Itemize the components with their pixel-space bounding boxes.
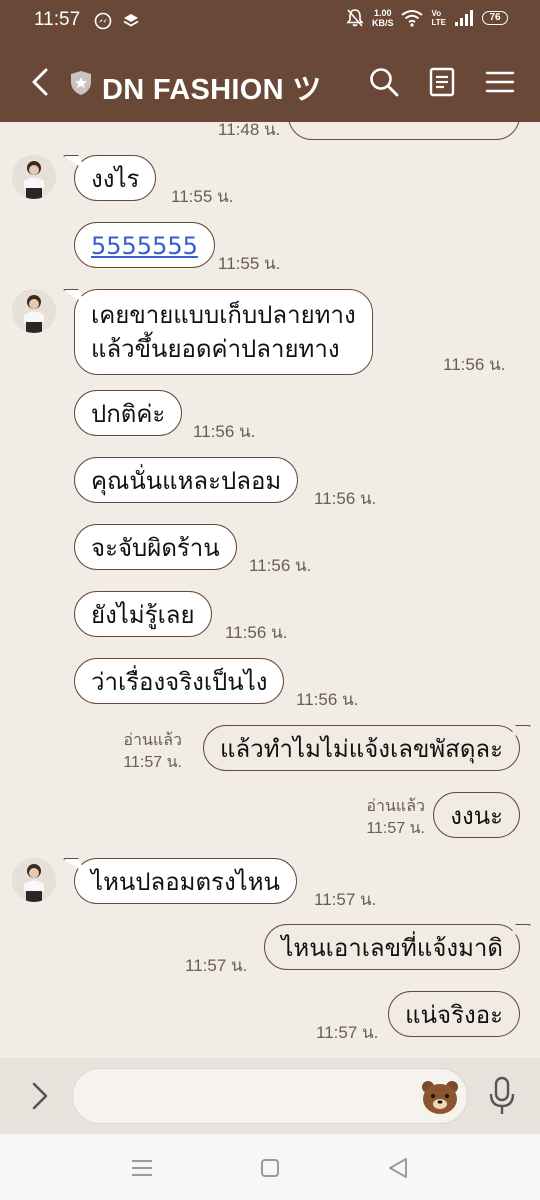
message-bubble-incoming[interactable]: ยังไม่รู้เลย (74, 591, 212, 637)
message-bubble-outgoing[interactable]: ไหนเอาเลขที่แจ้งมาดิ (264, 924, 520, 970)
message-bubble-incoming[interactable]: คุณนั่นแหละปลอม (74, 457, 299, 503)
recent-apps-icon[interactable] (128, 1154, 156, 1182)
bear-sticker-icon[interactable] (420, 1078, 460, 1116)
message-text: ว่าเรื่องจริงเป็นไง (91, 668, 268, 696)
message-text: งงนะ (450, 802, 503, 830)
message-time: 11:56 น. (249, 556, 312, 575)
message-bubble-incoming[interactable]: ว่าเรื่องจริงเป็นไง (74, 658, 285, 704)
message-input[interactable] (72, 1068, 468, 1124)
home-icon[interactable] (256, 1154, 284, 1182)
microphone-icon[interactable] (488, 1076, 516, 1116)
message-text: จะจับผิดร้าน (91, 534, 220, 562)
message-text: ไหนปลอมตรงไหน (91, 868, 280, 896)
mute-bell-icon (346, 9, 364, 27)
message-time: 11:57 น. (314, 890, 377, 909)
message-time: 11:56 น. (443, 355, 506, 374)
notes-icon[interactable] (426, 66, 458, 98)
message-time: 11:57 น. (316, 1023, 379, 1042)
status-bar: 11:57 1.00 KB/S Vo LTE 76 (0, 0, 540, 42)
chevron-right-icon[interactable] (28, 1080, 52, 1112)
status-notification-icons (94, 12, 140, 30)
message-bubble-incoming[interactable]: 5555555 (74, 222, 215, 268)
message-time: 11:56 น. (193, 422, 256, 441)
avatar-image (12, 155, 56, 199)
message-text: งงไร (91, 165, 140, 193)
message-meta: อ่านแล้ว 11:57 น. (366, 796, 425, 840)
message-meta: อ่านแล้ว 11:57 น. (123, 730, 182, 774)
message-time: 11:55 น. (171, 187, 234, 206)
message-link[interactable]: 5555555 (91, 232, 198, 260)
message-time: 11:57 น. (123, 754, 182, 771)
volte-bottom: LTE (431, 18, 446, 27)
message-time: 11:56 น. (225, 623, 288, 642)
message-bubble-outgoing[interactable]: แล้วทำไมไม่แจ้งเลขพัสดุละ (203, 725, 520, 771)
avatar[interactable] (12, 858, 56, 902)
read-receipt: อ่านแล้ว (366, 798, 425, 815)
system-nav-bar (0, 1134, 540, 1200)
search-icon[interactable] (368, 66, 400, 98)
network-speed: 1.00 KB/S (372, 8, 394, 28)
read-receipt: อ่านแล้ว (123, 732, 182, 749)
layers-icon (123, 14, 139, 27)
message-text: แน่จริงอะ (405, 1001, 503, 1029)
message-bubble-incoming[interactable]: งงไร (74, 155, 157, 201)
message-bubble-outgoing[interactable]: งงนะ (433, 792, 520, 838)
message-text-line: เคยขายแบบเก็บปลายทาง (91, 301, 356, 329)
message-time: 11:56 น. (314, 489, 377, 508)
shield-icon (71, 71, 91, 95)
back-triangle-icon[interactable] (384, 1154, 412, 1182)
message-time: 11:57 น. (366, 820, 425, 837)
message-time: 11:56 น. (296, 690, 359, 709)
message-text: ไหนเอาเลขที่แจ้งมาดิ (281, 934, 503, 962)
message-time: 11:48 น. (218, 122, 281, 139)
avatar[interactable] (12, 155, 56, 199)
composer-bar (0, 1058, 540, 1134)
message-text-line: แล้วขึ้นยอดค่าปลายทาง (91, 335, 340, 363)
messenger-icon (94, 12, 112, 30)
message-bubble-incoming[interactable]: ไหนปลอมตรงไหน (74, 858, 297, 904)
wifi-icon (401, 10, 424, 27)
status-time: 11:57 (34, 9, 81, 30)
message-list[interactable]: 11:48 น. งงไร 11:55 น. 5555555 11:55 น. … (0, 122, 540, 1058)
battery-indicator: 76 (482, 11, 508, 25)
volte-indicator: Vo LTE (431, 9, 446, 27)
chat-title: DN FASHION ツ (102, 74, 322, 106)
message-bubble-outgoing[interactable]: แน่จริงอะ (388, 991, 520, 1037)
message-time: 11:55 น. (218, 254, 281, 273)
avatar[interactable] (12, 289, 56, 333)
message-text: คุณนั่นแหละปลอม (91, 467, 282, 495)
message-bubble-incoming[interactable]: จะจับผิดร้าน (74, 524, 237, 570)
message-bubble-incoming[interactable]: เคยขายแบบเก็บปลายทาง แล้วขึ้นยอดค่าปลายท… (74, 289, 373, 375)
avatar-image (12, 289, 56, 333)
message-text: ยังไม่รู้เลย (91, 601, 195, 629)
avatar-image (12, 858, 56, 902)
signal-icon (455, 10, 473, 26)
status-system-icons: 1.00 KB/S Vo LTE 76 (346, 8, 508, 28)
back-arrow-icon[interactable] (28, 66, 52, 98)
message-text: ปกติค่ะ (91, 400, 166, 428)
network-speed-unit: KB/S (371, 18, 394, 28)
network-speed-value: 1.00 (373, 8, 392, 18)
message-time: 11:57 น. (185, 956, 248, 975)
chat-header: DN FASHION ツ (0, 42, 540, 122)
message-bubble-partial[interactable] (288, 122, 520, 140)
menu-icon[interactable] (484, 66, 516, 98)
volte-top: Vo (431, 9, 442, 18)
message-bubble-incoming[interactable]: ปกติค่ะ (74, 390, 183, 436)
message-text: แล้วทำไมไม่แจ้งเลขพัสดุละ (220, 735, 503, 763)
